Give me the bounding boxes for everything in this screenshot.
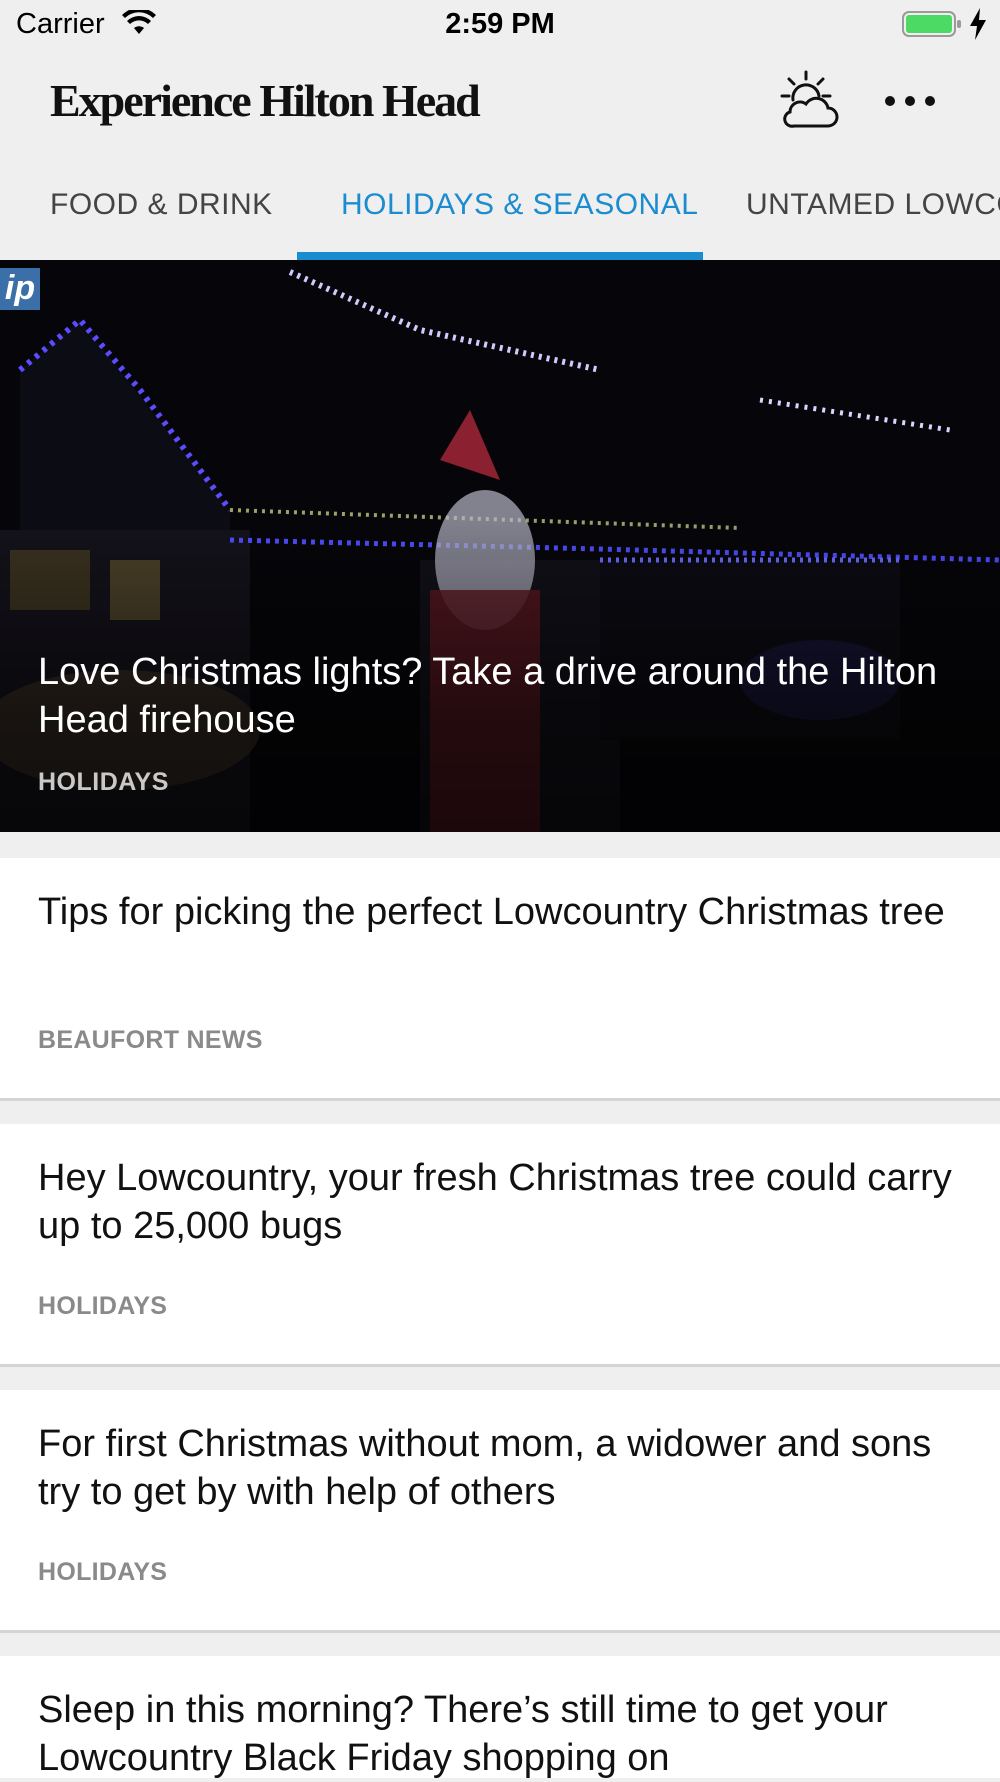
status-time: 2:59 PM [445,8,555,40]
section-tabs: FOOD & DRINK HOLIDAYS & SEASONAL UNTAMED… [0,155,1000,260]
weather-partly-cloudy-icon[interactable] [780,70,842,132]
charging-bolt-icon [970,8,986,40]
tab-holidays-seasonal[interactable]: HOLIDAYS & SEASONAL [341,155,698,260]
article-card[interactable]: Hey Lowcountry, your fresh Christmas tre… [0,1124,1000,1367]
more-dots-icon[interactable] [880,88,940,114]
article-card[interactable]: For first Christmas without mom, a widow… [0,1390,1000,1633]
ip-logo-badge: ip [0,268,40,310]
status-bar: Carrier 2:59 PM [0,0,1000,50]
article-headline[interactable]: Hey Lowcountry, your fresh Christmas tre… [38,1154,958,1250]
article-headline[interactable]: For first Christmas without mom, a widow… [38,1420,958,1516]
article-headline[interactable]: Sleep in this morning? There’s still tim… [38,1686,958,1782]
article-card[interactable]: Sleep in this morning? There’s still tim… [0,1656,1000,1779]
article-category: HOLIDAYS [38,1558,168,1586]
hero-story[interactable]: ip Love Christmas lights? Take a drive a… [0,260,1000,832]
article-category: BEAUFORT NEWS [38,1026,263,1054]
app-header: Experience Hilton Head [0,50,1000,155]
article-category: HOLIDAYS [38,1292,168,1320]
active-tab-indicator [297,252,703,260]
hero-category: HOLIDAYS [38,768,169,796]
tab-food-drink[interactable]: FOOD & DRINK [50,155,273,260]
hero-gradient [0,260,1000,832]
article-headline[interactable]: Tips for picking the perfect Lowcountry … [38,888,958,936]
brand-logo: Experience Hilton Head [50,75,481,126]
battery-icon [902,11,961,37]
article-card[interactable]: Tips for picking the perfect Lowcountry … [0,858,1000,1101]
hero-headline[interactable]: Love Christmas lights? Take a drive arou… [38,648,968,744]
tab-untamed-lowcountry[interactable]: UNTAMED LOWCO [746,155,1000,260]
